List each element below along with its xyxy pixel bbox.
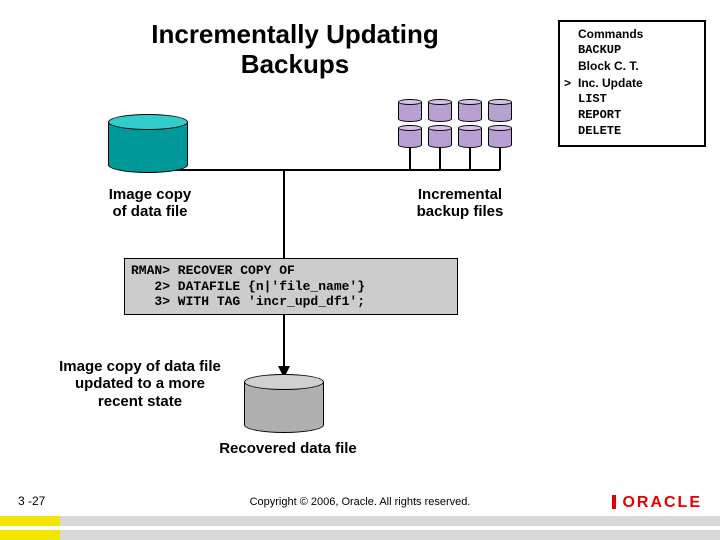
oracle-logo-bar-icon <box>612 495 616 509</box>
incremental-cylinder-icon <box>398 100 422 122</box>
incremental-cylinder-icon <box>488 100 512 122</box>
footer-accent <box>0 530 60 540</box>
footer-bar <box>0 516 720 526</box>
recovered-label: Recovered data file <box>188 440 388 457</box>
incremental-cylinder-icon <box>398 126 422 148</box>
incremental-cylinder-icon <box>458 126 482 148</box>
incremental-label: Incremental backup files <box>380 186 540 221</box>
commands-item: Block C. T. <box>578 58 696 74</box>
incremental-cylinder-icon <box>428 126 452 148</box>
incremental-cylinder-icon <box>488 126 512 148</box>
image-copy-label: Image copy of data file <box>80 186 220 221</box>
footer-bar <box>0 530 720 540</box>
commands-item-selected: > Inc. Update <box>578 75 696 91</box>
updated-state-label: Image copy of data file updated to a mor… <box>40 358 240 410</box>
slide-number: 3 -27 <box>18 494 45 508</box>
oracle-logo-text: ORACLE <box>622 494 702 511</box>
commands-item: LIST <box>578 91 696 107</box>
commands-header: Commands <box>578 26 696 42</box>
commands-item: REPORT <box>578 107 696 123</box>
commands-panel: Commands BACKUP Block C. T. > Inc. Updat… <box>558 20 706 147</box>
recovered-cylinder-icon <box>244 375 324 433</box>
commands-item: DELETE <box>578 123 696 139</box>
commands-item: BACKUP <box>578 42 696 58</box>
incremental-cylinder-icon <box>458 100 482 122</box>
commands-item-label: Inc. Update <box>578 76 643 90</box>
incremental-cylinder-icon <box>428 100 452 122</box>
copyright-text: Copyright © 2006, Oracle. All rights res… <box>200 496 520 508</box>
image-copy-cylinder-icon <box>108 115 188 173</box>
footer-accent <box>0 516 60 526</box>
selection-marker-icon: > <box>564 75 571 91</box>
rman-code-box: RMAN> RECOVER COPY OF 2> DATAFILE {n|'fi… <box>124 258 458 315</box>
oracle-logo: ORACLE <box>612 494 702 512</box>
slide-title: Incrementally Updating Backups <box>120 20 470 80</box>
